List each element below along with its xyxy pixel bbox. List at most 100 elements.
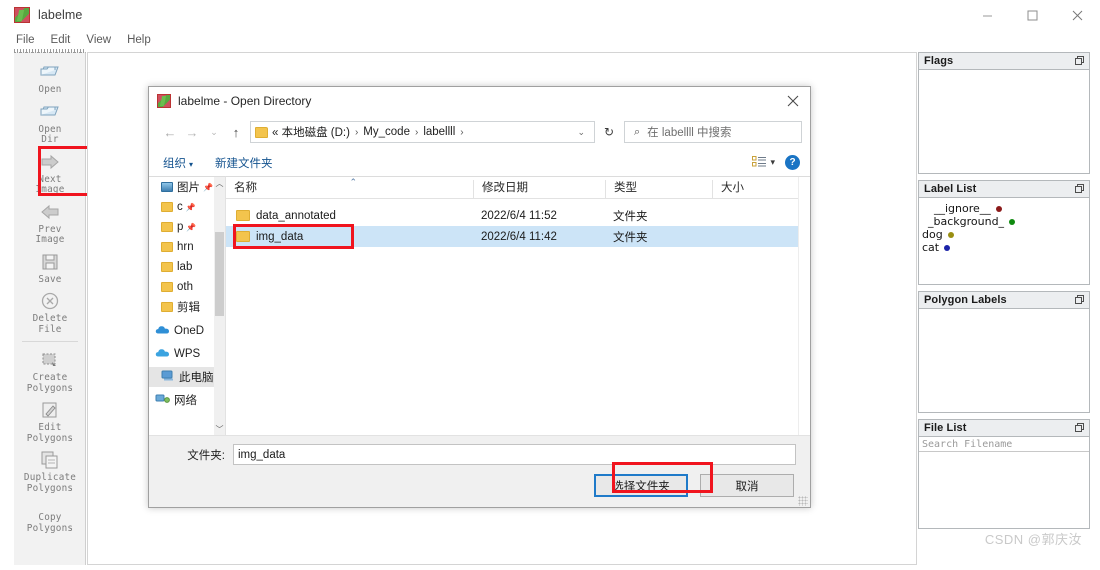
file-list-body[interactable]: Search Filename bbox=[918, 436, 1090, 529]
right-arrow-icon bbox=[39, 151, 61, 173]
polygon-labels-body[interactable] bbox=[918, 308, 1090, 413]
tool-copy-polygons-label: Copy Polygons bbox=[26, 512, 74, 534]
flags-panel-body[interactable] bbox=[918, 69, 1090, 174]
pin-icon[interactable]: 📌 bbox=[186, 203, 196, 211]
organize-button[interactable]: 组织 ▾ bbox=[163, 155, 193, 171]
circle-x-icon bbox=[39, 290, 61, 312]
network-icon bbox=[155, 391, 170, 409]
list-item[interactable]: __ignore__ bbox=[922, 202, 1086, 215]
close-icon[interactable] bbox=[776, 87, 810, 115]
chevron-down-icon[interactable]: ﹀ bbox=[214, 423, 225, 435]
folder-name-input[interactable]: img_data bbox=[233, 444, 796, 465]
chevron-down-icon[interactable]: ⌄ bbox=[570, 127, 592, 138]
tool-duplicate-polygons[interactable]: Duplicate Polygons bbox=[14, 446, 86, 496]
choose-folder-button[interactable]: 选择文件夹 bbox=[594, 474, 688, 497]
create-polygon-icon bbox=[39, 349, 61, 371]
tool-save[interactable]: Save bbox=[14, 248, 86, 288]
new-folder-button[interactable]: 新建文件夹 bbox=[215, 155, 273, 171]
wps-cloud-icon bbox=[155, 345, 170, 363]
ascending-caret-icon: ⌃ bbox=[349, 177, 358, 187]
file-list-panel: File List Search Filename bbox=[918, 419, 1090, 529]
left-toolbar: Open Open Dir Next Image Prev Image Save… bbox=[14, 49, 92, 565]
help-icon[interactable]: ? bbox=[785, 155, 800, 170]
tool-edit-polygons[interactable]: Edit Polygons bbox=[14, 396, 86, 446]
tool-open[interactable]: Open bbox=[14, 58, 86, 98]
search-box[interactable]: ⌕ 在 labellll 中搜索 bbox=[624, 121, 802, 143]
file-search-input[interactable]: Search Filename bbox=[919, 437, 1089, 452]
navpane-scrollbar[interactable]: ︿ ﹀ bbox=[214, 177, 225, 435]
float-panel-icon[interactable] bbox=[1075, 419, 1084, 437]
file-name-cell[interactable]: data_annotated bbox=[226, 210, 473, 222]
polygon-labels-panel: Polygon Labels bbox=[918, 291, 1090, 413]
chevron-down-icon[interactable]: ⌄ bbox=[203, 121, 225, 143]
chevron-down-icon[interactable]: ▾ bbox=[770, 157, 775, 168]
left-arrow-icon bbox=[39, 201, 61, 223]
float-panel-icon[interactable] bbox=[1075, 291, 1084, 309]
folder-icon bbox=[161, 262, 173, 272]
file-list-scrollbar[interactable] bbox=[798, 177, 810, 435]
cancel-button[interactable]: 取消 bbox=[700, 474, 794, 497]
tool-copy-polygons[interactable]: Copy Polygons bbox=[14, 510, 86, 536]
search-input[interactable]: 在 labellll 中搜索 bbox=[647, 124, 731, 140]
menu-view[interactable]: View bbox=[86, 34, 111, 46]
breadcrumb-item-mycode[interactable]: My_code bbox=[363, 126, 410, 138]
tool-prev-image[interactable]: Prev Image bbox=[14, 198, 86, 248]
folder-input-row: 文件夹: img_data bbox=[149, 436, 810, 465]
tool-create-polygons[interactable]: Create Polygons bbox=[14, 346, 86, 396]
list-item[interactable]: dog bbox=[922, 228, 1086, 241]
tool-delete-file-label: Delete File bbox=[32, 313, 68, 335]
chevron-up-icon[interactable]: ︿ bbox=[214, 177, 225, 189]
menu-edit[interactable]: Edit bbox=[51, 34, 71, 46]
search-icon: ⌕ bbox=[634, 125, 641, 138]
maximize-icon[interactable] bbox=[1010, 0, 1055, 30]
column-header-size[interactable]: 大小 bbox=[712, 180, 782, 198]
file-list-header: File List bbox=[918, 419, 1090, 436]
tool-edit-polygons-label: Edit Polygons bbox=[26, 422, 74, 444]
up-arrow-icon[interactable]: ↑ bbox=[225, 121, 247, 143]
column-label: 类型 bbox=[614, 182, 637, 194]
file-name-cell[interactable]: img_data bbox=[226, 231, 473, 243]
breadcrumb-item-drive[interactable]: « 本地磁盘 (D:) bbox=[272, 124, 350, 140]
minimize-icon[interactable] bbox=[965, 0, 1010, 30]
folder-icon bbox=[236, 231, 250, 242]
label-name: _background_ bbox=[928, 215, 1005, 228]
folder-icon bbox=[161, 202, 173, 212]
pin-icon[interactable]: 📌 bbox=[203, 183, 213, 191]
list-item[interactable]: cat bbox=[922, 241, 1086, 254]
back-arrow-icon[interactable]: ← bbox=[159, 121, 181, 143]
refresh-icon[interactable]: ↻ bbox=[596, 121, 622, 143]
float-panel-icon[interactable] bbox=[1075, 180, 1084, 198]
tool-delete-file[interactable]: Delete File bbox=[14, 287, 86, 337]
list-item[interactable]: _background_ bbox=[922, 215, 1086, 228]
folder-icon bbox=[236, 210, 250, 221]
menu-help[interactable]: Help bbox=[127, 34, 151, 46]
tool-next-image[interactable]: Next Image bbox=[14, 148, 86, 198]
column-header-type[interactable]: 类型 bbox=[605, 180, 712, 198]
label-list-panel: Label List __ignore__ _background_ dog c… bbox=[918, 180, 1090, 285]
breadcrumb[interactable]: « 本地磁盘 (D:) › My_code › labellll › ⌄ bbox=[250, 121, 595, 143]
resize-grip[interactable] bbox=[798, 496, 808, 506]
edit-polygon-icon bbox=[39, 399, 61, 421]
pin-icon[interactable]: 📌 bbox=[186, 223, 196, 231]
nav-item-label: c bbox=[177, 201, 183, 213]
column-header-name[interactable]: 名称 ⌃ bbox=[226, 177, 473, 198]
tool-create-polygons-label: Create Polygons bbox=[26, 372, 74, 394]
breadcrumb-item-labellll[interactable]: labellll bbox=[423, 126, 455, 138]
toolbar-drag-handle[interactable] bbox=[14, 49, 86, 53]
table-row[interactable]: data_annotated 2022/6/4 11:52 文件夹 bbox=[226, 205, 810, 226]
csdn-watermark: CSDN @郭庆汝 bbox=[984, 532, 1082, 547]
tool-open-dir[interactable]: Open Dir bbox=[14, 98, 86, 148]
label-list-body[interactable]: __ignore__ _background_ dog cat bbox=[918, 197, 1090, 285]
close-icon[interactable] bbox=[1055, 0, 1100, 30]
tool-save-label: Save bbox=[38, 273, 62, 285]
scrollbar-thumb[interactable] bbox=[215, 232, 224, 316]
column-header-date[interactable]: 修改日期 bbox=[473, 180, 605, 198]
view-mode-icon[interactable] bbox=[751, 155, 768, 170]
table-row[interactable]: img_data 2022/6/4 11:42 文件夹 bbox=[226, 226, 810, 247]
menu-file[interactable]: File bbox=[16, 34, 35, 46]
column-label: 大小 bbox=[721, 182, 744, 194]
folder-icon bbox=[161, 222, 173, 232]
float-panel-icon[interactable] bbox=[1075, 52, 1084, 70]
label-color-dot bbox=[944, 244, 951, 251]
forward-arrow-icon[interactable]: → bbox=[181, 121, 203, 143]
